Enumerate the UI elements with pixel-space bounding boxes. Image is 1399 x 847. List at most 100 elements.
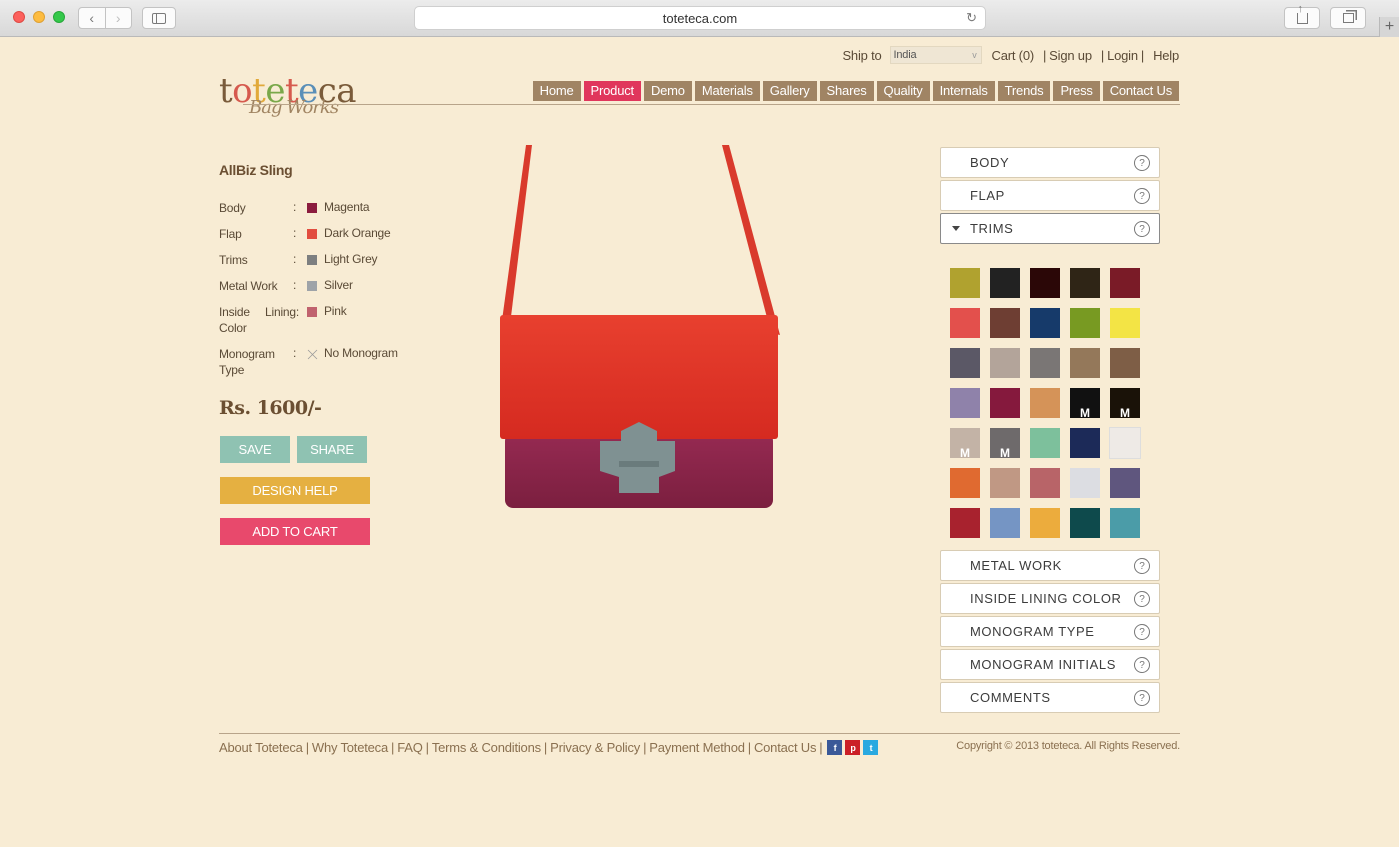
trim-color-swatch[interactable] (990, 388, 1020, 418)
accordion-metal-work[interactable]: METAL WORK? (940, 550, 1160, 581)
footer-link-payment-method[interactable]: Payment Method (649, 740, 745, 755)
facebook-icon[interactable]: f (827, 740, 843, 755)
trim-color-swatch[interactable]: M (950, 428, 980, 459)
separator: | (1042, 47, 1047, 63)
twitter-icon[interactable]: t (863, 740, 879, 755)
separator: | (643, 740, 647, 755)
trim-color-swatch[interactable] (1110, 308, 1140, 338)
trim-color-swatch[interactable]: M (1110, 388, 1140, 420)
trim-color-swatch[interactable] (1110, 348, 1140, 378)
footer-link-about-toteteca[interactable]: About Toteteca (219, 740, 303, 755)
nav-item-press[interactable]: Press (1053, 81, 1100, 101)
nav-item-shares[interactable]: Shares (819, 81, 874, 101)
trim-color-swatch[interactable] (990, 468, 1020, 498)
trim-color-swatch[interactable] (1070, 268, 1100, 298)
help-icon[interactable]: ? (1134, 690, 1150, 706)
trim-color-swatch[interactable] (1070, 308, 1100, 338)
nav-item-quality[interactable]: Quality (876, 81, 930, 101)
nav-item-materials[interactable]: Materials (694, 81, 760, 101)
trim-color-swatch[interactable] (990, 508, 1020, 538)
nav-item-contact-us[interactable]: Contact Us (1102, 81, 1179, 101)
close-window-button[interactable] (13, 11, 25, 23)
spec-colon: : (293, 226, 297, 240)
trim-color-swatch[interactable] (990, 268, 1020, 298)
nav-item-product[interactable]: Product (583, 81, 641, 101)
forward-button[interactable]: › (104, 8, 132, 28)
accordion-inside-lining-color[interactable]: INSIDE LINING COLOR? (940, 583, 1160, 614)
trim-color-swatch[interactable] (1070, 348, 1100, 378)
help-icon[interactable]: ? (1134, 188, 1150, 204)
trim-color-swatch[interactable] (1030, 348, 1060, 378)
accordion-comments[interactable]: COMMENTS? (940, 682, 1160, 713)
monogram-badge: M (1120, 406, 1130, 420)
help-icon[interactable]: ? (1134, 155, 1150, 171)
trim-color-swatch[interactable] (1109, 427, 1141, 459)
help-icon[interactable]: ? (1134, 558, 1150, 574)
accordion-flap[interactable]: FLAP? (940, 180, 1160, 211)
footer-link-terms-conditions[interactable]: Terms & Conditions (432, 740, 541, 755)
trim-color-swatch[interactable] (1030, 468, 1060, 498)
footer-link-why-toteteca[interactable]: Why Toteteca (312, 740, 388, 755)
trim-color-swatch[interactable] (1030, 508, 1060, 538)
trim-color-swatch[interactable] (950, 268, 980, 298)
site-logo[interactable]: toteteca Bag Works (219, 73, 369, 125)
trim-color-swatch[interactable] (1030, 428, 1060, 458)
nav-item-home[interactable]: Home (532, 81, 581, 101)
trim-color-swatch[interactable] (1110, 468, 1140, 498)
share-button[interactable] (1284, 3, 1320, 29)
trim-color-swatch[interactable] (950, 308, 980, 338)
trim-color-swatch[interactable] (990, 348, 1020, 378)
show-tabs-button[interactable] (1330, 7, 1366, 29)
accordion-monogram-type[interactable]: MONOGRAM TYPE? (940, 616, 1160, 647)
minimize-window-button[interactable] (33, 11, 45, 23)
footer-link-privacy-policy[interactable]: Privacy & Policy (550, 740, 640, 755)
cart-link[interactable]: Cart (0) (992, 48, 1035, 63)
trim-color-swatch[interactable] (1070, 508, 1100, 538)
trim-color-swatch[interactable] (950, 388, 980, 418)
help-icon[interactable]: ? (1134, 591, 1150, 607)
share-design-button[interactable]: SHARE (297, 436, 367, 463)
trim-color-swatch[interactable] (1030, 268, 1060, 298)
add-to-cart-button[interactable]: ADD TO CART (220, 518, 370, 545)
spec-colon: : (293, 200, 297, 214)
trim-color-swatch[interactable]: M (1070, 388, 1100, 419)
reload-icon[interactable]: ↻ (966, 10, 977, 26)
country-select[interactable]: India v (889, 46, 982, 64)
accordion-label: MONOGRAM TYPE (970, 624, 1095, 639)
save-button[interactable]: SAVE (220, 436, 290, 463)
help-icon[interactable]: ? (1134, 221, 1150, 237)
separator: | (1140, 47, 1145, 63)
login-link[interactable]: Login (1107, 48, 1138, 63)
trim-color-swatch[interactable] (950, 348, 980, 378)
zoom-window-button[interactable] (53, 11, 65, 23)
trim-color-swatch[interactable] (1030, 388, 1060, 418)
accordion-trims[interactable]: TRIMS ? (940, 213, 1160, 244)
help-icon[interactable]: ? (1134, 624, 1150, 640)
sidebar-toggle-button[interactable] (142, 7, 176, 29)
nav-item-internals[interactable]: Internals (932, 81, 995, 101)
footer-link-contact-us[interactable]: Contact Us (754, 740, 817, 755)
pinterest-icon[interactable]: p (845, 740, 861, 755)
help-link[interactable]: Help (1153, 48, 1179, 63)
design-help-button[interactable]: DESIGN HELP (220, 477, 370, 504)
help-icon[interactable]: ? (1134, 657, 1150, 673)
address-bar[interactable]: toteteca.com ↻ (414, 6, 986, 30)
trim-color-swatch[interactable] (1030, 308, 1060, 338)
footer-link-faq[interactable]: FAQ (397, 740, 423, 755)
trim-color-swatch[interactable]: M (990, 428, 1020, 459)
trim-color-swatch[interactable] (990, 308, 1020, 338)
back-button[interactable]: ‹ (79, 8, 105, 28)
trim-color-swatch[interactable] (1070, 468, 1100, 498)
nav-item-demo[interactable]: Demo (643, 81, 692, 101)
new-tab-button[interactable]: + (1379, 17, 1399, 37)
signup-link[interactable]: Sign up (1049, 48, 1092, 63)
trim-color-swatch[interactable] (950, 508, 980, 538)
trim-color-swatch[interactable] (950, 468, 980, 498)
accordion-monogram-initials[interactable]: MONOGRAM INITIALS? (940, 649, 1160, 680)
trim-color-swatch[interactable] (1070, 428, 1100, 458)
trim-color-swatch[interactable] (1110, 268, 1140, 298)
nav-item-trends[interactable]: Trends (997, 81, 1051, 101)
accordion-body[interactable]: BODY? (940, 147, 1160, 178)
trim-color-swatch[interactable] (1110, 508, 1140, 538)
nav-item-gallery[interactable]: Gallery (762, 81, 817, 101)
